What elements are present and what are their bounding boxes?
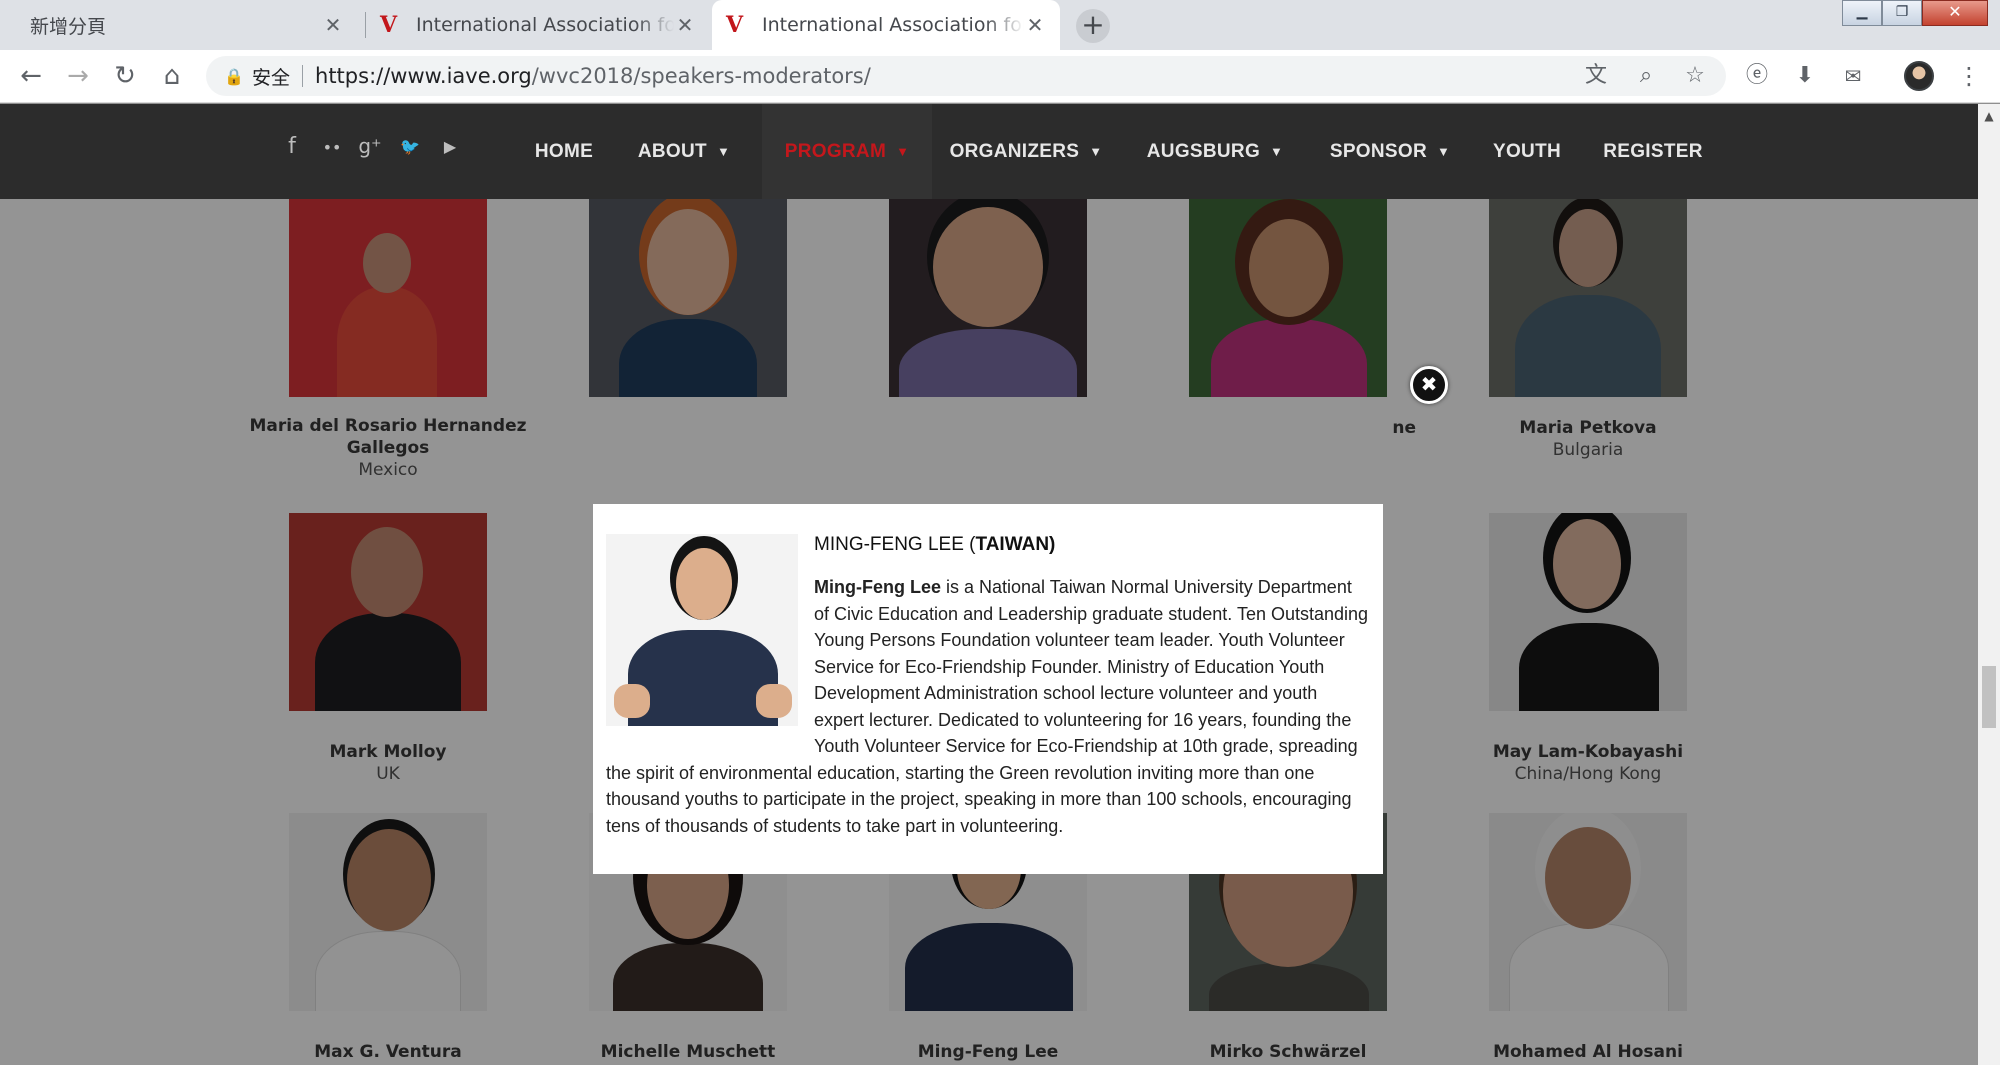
- home-icon[interactable]: ⌂: [157, 61, 187, 91]
- site-navigation: f •• g⁺ 🐦 ▶ HOME ABOUT ▼ PROGRAM ▼ ORGANIZ…: [0, 104, 1978, 199]
- nav-label: YOUTH: [1493, 140, 1561, 162]
- nav-label: AUGSBURG: [1146, 140, 1261, 162]
- nav-organizers[interactable]: ORGANIZERS ▼: [946, 104, 1106, 199]
- modal-close-icon[interactable]: ✖: [1410, 366, 1448, 404]
- extension-e-icon[interactable]: ⓔ: [1742, 61, 1772, 91]
- nav-label: ABOUT: [637, 140, 707, 162]
- new-tab-button[interactable]: +: [1076, 9, 1110, 43]
- nav-label: REGISTER: [1603, 140, 1703, 162]
- nav-about[interactable]: ABOUT ▼: [626, 104, 742, 199]
- caret-down-icon: ▼: [716, 144, 731, 159]
- caret-down-icon: ▼: [896, 144, 910, 159]
- restore-button[interactable]: ❐: [1882, 0, 1922, 26]
- scroll-thumb[interactable]: [1982, 666, 1996, 728]
- modal-speaker-photo: [606, 534, 798, 726]
- security-label: 安全: [252, 66, 291, 89]
- nav-augsburg[interactable]: AUGSBURG ▼: [1140, 104, 1290, 199]
- iave-favicon-icon: V: [380, 12, 398, 38]
- modal-title-country: TAIWAN): [975, 534, 1056, 555]
- translate-icon[interactable]: 文: [1581, 56, 1611, 96]
- window-controls: ▁ ❐ ✕: [1842, 0, 1988, 26]
- scroll-up-arrow-icon[interactable]: ▲: [1978, 106, 2000, 126]
- tab-close-icon[interactable]: ✕: [674, 14, 696, 36]
- youtube-icon[interactable]: ▶: [434, 137, 466, 156]
- window-close-button[interactable]: ✕: [1922, 0, 1988, 26]
- nav-label: ORGANIZERS: [949, 140, 1080, 162]
- minimize-button[interactable]: ▁: [1842, 0, 1882, 26]
- facebook-icon[interactable]: f: [276, 134, 308, 159]
- bookmark-star-icon[interactable]: ☆: [1680, 56, 1710, 96]
- lock-icon: 🔒: [224, 66, 244, 86]
- web-page: f •• g⁺ 🐦 ▶ HOME ABOUT ▼ PROGRAM ▼ ORGANIZ…: [0, 104, 1978, 1065]
- inbox-extension-icon[interactable]: ✉: [1838, 61, 1868, 91]
- iave-favicon-icon: V: [726, 12, 744, 38]
- browser-tab-strip: 新增分頁 ✕ V International Association for V…: [0, 0, 2000, 50]
- menu-kebab-icon[interactable]: ⋮: [1954, 61, 1984, 91]
- tab-title: International Association for Volunteer …: [762, 14, 1024, 36]
- url-domain: https://www.iave.org: [315, 64, 532, 88]
- profile-avatar-icon[interactable]: [1904, 61, 1934, 91]
- nav-home[interactable]: HOME: [516, 104, 612, 199]
- download-extension-icon[interactable]: ⬇: [1790, 61, 1820, 91]
- page-scrollbar[interactable]: ▲: [1978, 104, 2000, 1065]
- nav-label: SPONSOR: [1329, 140, 1427, 162]
- caret-down-icon: ▼: [1436, 144, 1451, 159]
- tab-close-icon[interactable]: ✕: [1024, 14, 1046, 36]
- nav-program[interactable]: PROGRAM ▼: [762, 104, 932, 199]
- omnibox-divider: [302, 65, 304, 87]
- speaker-bio-modal: MING-FENG LEE (TAIWAN) Ming-Feng Lee is …: [593, 504, 1383, 874]
- browser-toolbar: ← → ↻ ⌂ 🔒 安全 https://www.iave.org/wvc201…: [0, 50, 2000, 103]
- browser-tab-iave-1[interactable]: V International Association for Voluntee…: [366, 0, 710, 50]
- modal-bio-lead: Ming-Feng Lee: [814, 577, 941, 597]
- tab-title: 新增分頁: [30, 15, 107, 38]
- tab-close-icon[interactable]: ✕: [322, 14, 344, 36]
- modal-title-name: MING-FENG LEE (: [814, 534, 976, 555]
- caret-down-icon: ▼: [1270, 144, 1284, 159]
- google-plus-icon[interactable]: g⁺: [354, 134, 386, 158]
- back-arrow-icon[interactable]: ←: [16, 61, 46, 91]
- address-bar[interactable]: 🔒 安全 https://www.iave.org/wvc2018/speake…: [206, 56, 1726, 96]
- flickr-icon[interactable]: ••: [316, 138, 348, 157]
- browser-tab-new-tab[interactable]: 新增分頁 ✕: [16, 0, 358, 50]
- nav-label: HOME: [534, 140, 594, 162]
- browser-tab-iave-active[interactable]: V International Association for Voluntee…: [712, 0, 1060, 50]
- zoom-icon[interactable]: ⌕: [1631, 56, 1661, 96]
- nav-youth[interactable]: YOUTH: [1484, 104, 1570, 199]
- tab-title: International Association for Volunteer …: [416, 14, 674, 36]
- caret-down-icon: ▼: [1089, 144, 1103, 159]
- nav-register[interactable]: REGISTER: [1598, 104, 1708, 199]
- forward-arrow-icon[interactable]: →: [63, 61, 93, 91]
- nav-sponsor[interactable]: SPONSOR ▼: [1322, 104, 1458, 199]
- reload-icon[interactable]: ↻: [110, 61, 140, 91]
- url-path: /wvc2018/speakers-moderators/: [531, 64, 871, 88]
- twitter-icon[interactable]: 🐦: [394, 137, 426, 156]
- nav-label: PROGRAM: [784, 140, 887, 162]
- url-text[interactable]: https://www.iave.org/wvc2018/speakers-mo…: [315, 64, 871, 88]
